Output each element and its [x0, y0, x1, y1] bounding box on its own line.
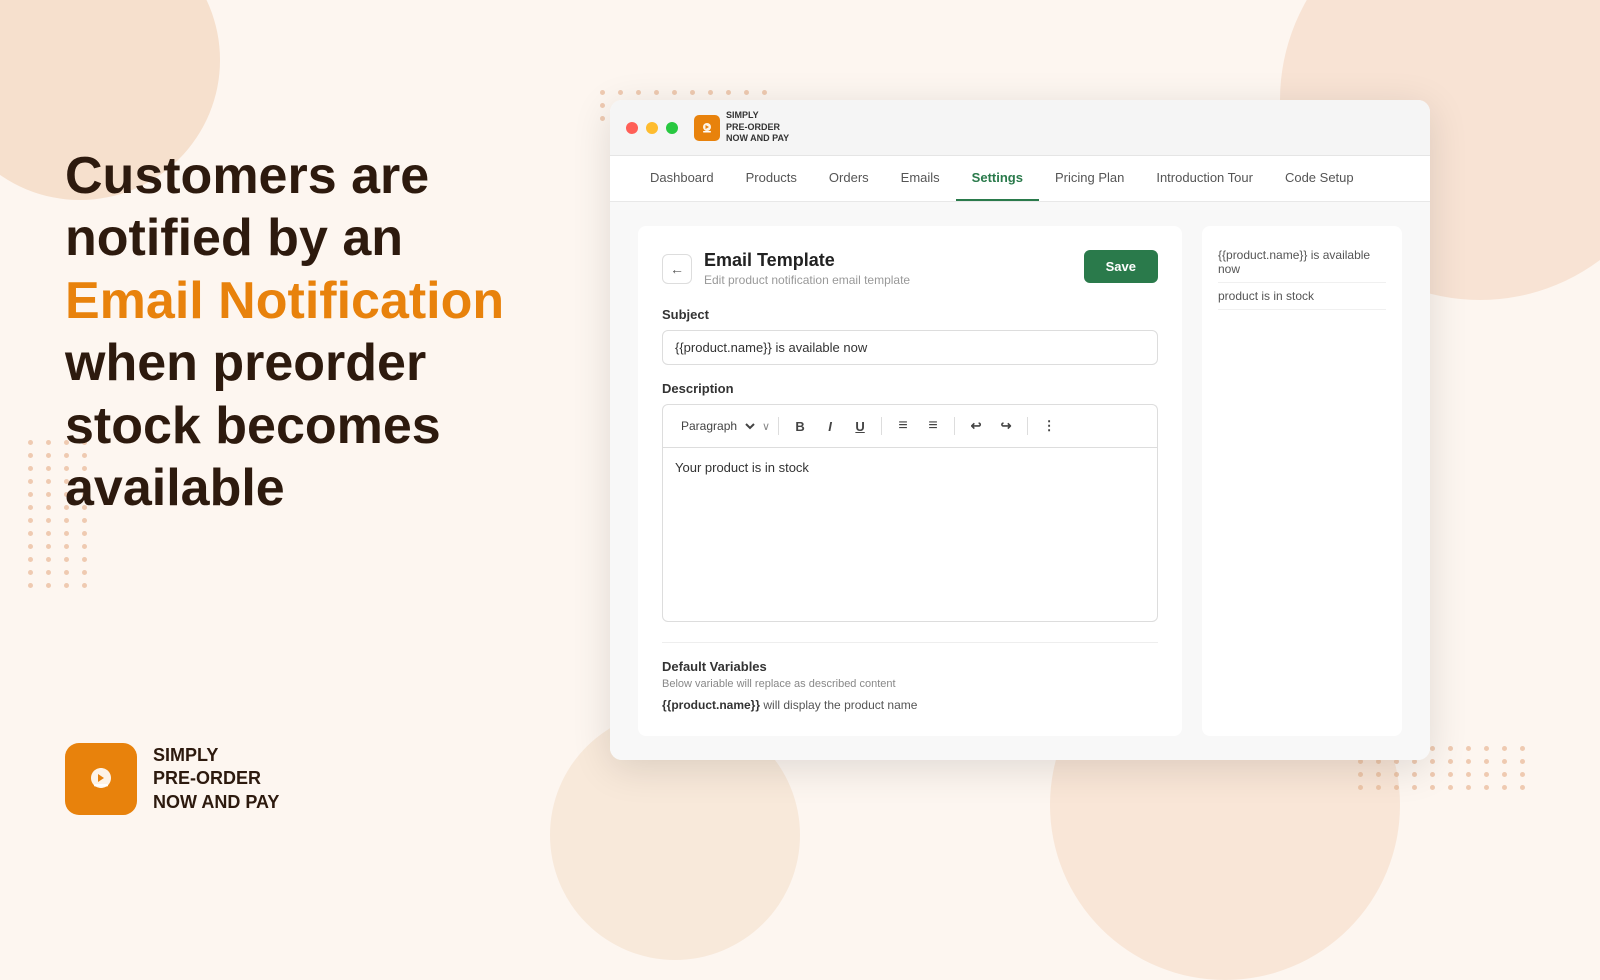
- format-select[interactable]: Paragraph Heading 1 Heading 2: [673, 416, 758, 436]
- editor-toolbar: Paragraph Heading 1 Heading 2 ∨ B I U ≡ …: [662, 404, 1158, 447]
- page-title-group: Email Template Edit product notification…: [704, 250, 910, 287]
- description-label: Description: [662, 381, 1158, 396]
- default-vars-text: {{product.name}} will display the produc…: [662, 698, 1158, 712]
- subject-input[interactable]: [662, 330, 1158, 365]
- save-button[interactable]: Save: [1084, 250, 1158, 283]
- nav-bar: Dashboard Products Orders Emails Setting…: [610, 156, 1430, 202]
- hero-line5: available: [65, 459, 285, 517]
- right-panel: {{product.name}} is available now produc…: [1202, 226, 1402, 736]
- underline-button[interactable]: U: [847, 413, 873, 439]
- hero-text: Customers are notified by an Email Notif…: [65, 145, 555, 519]
- logo-icon: [65, 743, 137, 815]
- back-button[interactable]: ←: [662, 254, 692, 284]
- hero-line1: Customers are: [65, 147, 429, 205]
- default-variables-section: Default Variables Below variable will re…: [662, 642, 1158, 712]
- default-vars-title: Default Variables: [662, 659, 1158, 674]
- nav-code-setup[interactable]: Code Setup: [1269, 156, 1370, 201]
- hero-line4: stock becomes: [65, 397, 441, 455]
- window-chrome: SIMPLYPRE-ORDERNOW AND PAY: [610, 100, 1430, 156]
- chrome-minimize[interactable]: [646, 122, 658, 134]
- editor-body[interactable]: Your product is in stock: [662, 447, 1158, 622]
- main-content: ← Email Template Edit product notificati…: [610, 202, 1430, 760]
- redo-button[interactable]: ↪: [993, 413, 1019, 439]
- right-panel-item-1: {{product.name}} is available now: [1218, 242, 1386, 283]
- page-header-left: ← Email Template Edit product notificati…: [662, 250, 910, 287]
- subject-label: Subject: [662, 307, 1158, 322]
- page-subtitle: Edit product notification email template: [704, 273, 910, 287]
- window-logo: SIMPLYPRE-ORDERNOW AND PAY: [694, 110, 789, 145]
- window-logo-text: SIMPLYPRE-ORDERNOW AND PAY: [726, 110, 789, 145]
- window-logo-icon: [694, 115, 720, 141]
- app-window: SIMPLYPRE-ORDERNOW AND PAY Dashboard Pro…: [610, 100, 1430, 760]
- logo-area: SIMPLY PRE-ORDER NOW AND PAY: [65, 743, 279, 815]
- nav-products[interactable]: Products: [730, 156, 813, 201]
- chrome-maximize[interactable]: [666, 122, 678, 134]
- toolbar-divider-3: [954, 417, 955, 435]
- ordered-list-button[interactable]: ≡: [920, 413, 946, 439]
- hero-line3: when preorder: [65, 334, 426, 392]
- logo-text: SIMPLY PRE-ORDER NOW AND PAY: [153, 744, 279, 814]
- form-area: ← Email Template Edit product notificati…: [638, 226, 1182, 736]
- page-header: ← Email Template Edit product notificati…: [662, 250, 1158, 287]
- nav-dashboard[interactable]: Dashboard: [634, 156, 730, 201]
- italic-button[interactable]: I: [817, 413, 843, 439]
- nav-emails[interactable]: Emails: [885, 156, 956, 201]
- default-vars-subtitle: Below variable will replace as described…: [662, 678, 1158, 690]
- hero-line2: notified by an: [65, 209, 403, 267]
- hero-highlight: Email Notification: [65, 272, 504, 330]
- undo-button[interactable]: ↩: [963, 413, 989, 439]
- nav-pricing-plan[interactable]: Pricing Plan: [1039, 156, 1140, 201]
- bold-button[interactable]: B: [787, 413, 813, 439]
- toolbar-divider-1: [778, 417, 779, 435]
- toolbar-divider-4: [1027, 417, 1028, 435]
- nav-introduction-tour[interactable]: Introduction Tour: [1140, 156, 1269, 201]
- page-title: Email Template: [704, 250, 910, 271]
- bullet-list-button[interactable]: ≡: [890, 413, 916, 439]
- nav-settings[interactable]: Settings: [956, 156, 1039, 201]
- more-button[interactable]: ⋮: [1036, 413, 1062, 439]
- nav-orders[interactable]: Orders: [813, 156, 885, 201]
- right-panel-item-2: product is in stock: [1218, 283, 1386, 310]
- chrome-close[interactable]: [626, 122, 638, 134]
- left-panel: Customers are notified by an Email Notif…: [65, 145, 555, 519]
- toolbar-divider-2: [881, 417, 882, 435]
